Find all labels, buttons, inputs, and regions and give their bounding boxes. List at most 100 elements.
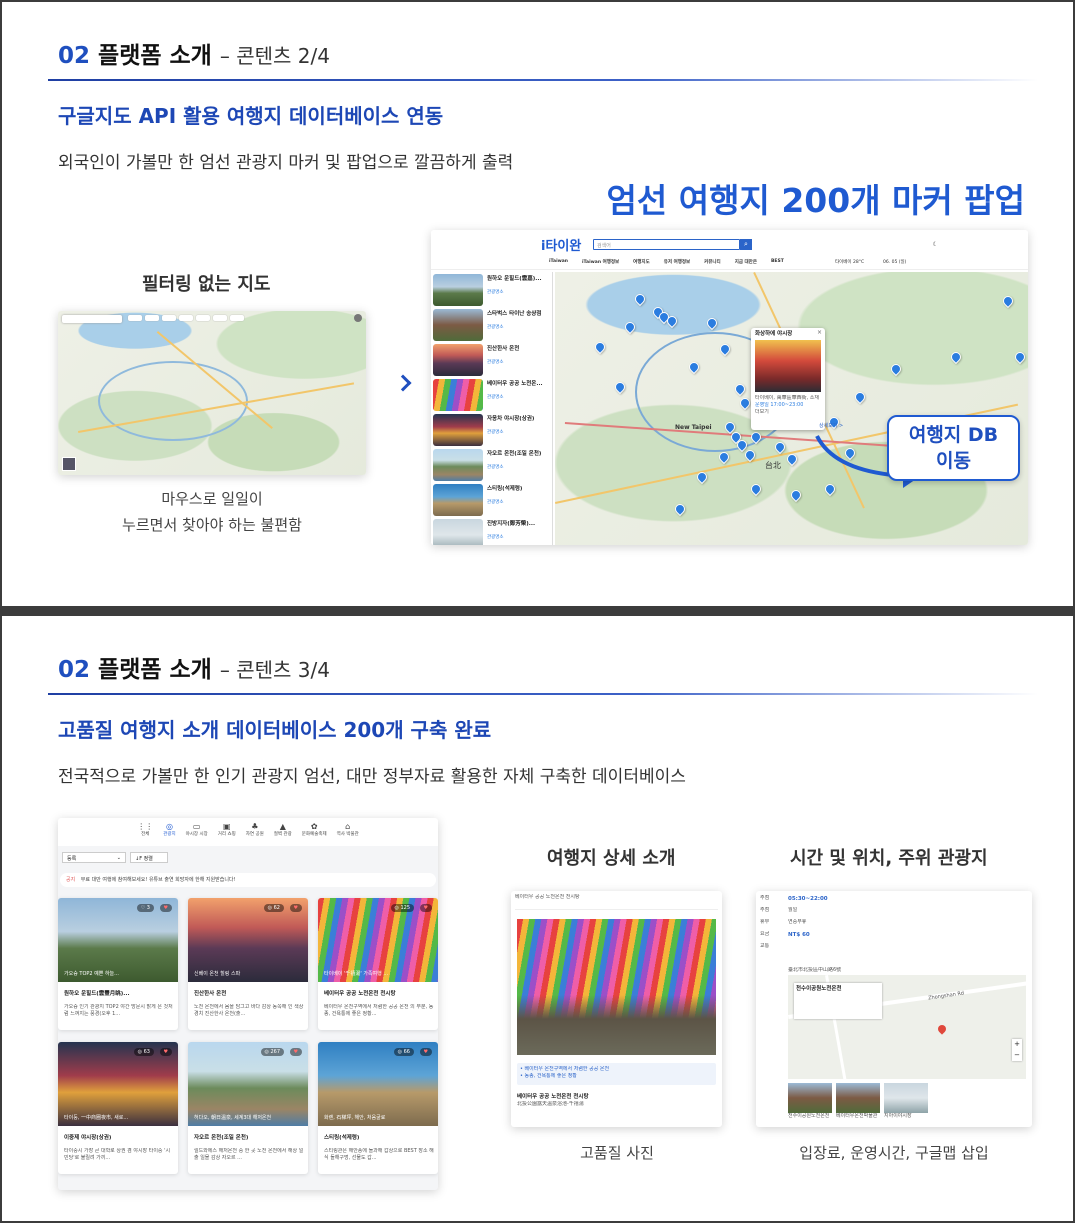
card-desc: 베이터우 온천구역에서 저렴한 공공 온천 의 부분, 동종, 건욕통에 좋은 … xyxy=(324,1004,434,1017)
search-icon[interactable]: ⌕ xyxy=(740,239,752,250)
detail-note: 고품질 사진 xyxy=(580,1144,654,1162)
heart-icon[interactable]: ♥ xyxy=(159,904,172,912)
google-map-embed[interactable]: 천수이공원노천온천 Zhongshan Rd + − xyxy=(788,975,1026,1079)
view-count: ◎ 267 xyxy=(260,1048,284,1056)
section-title: 플랫폼 소개 xyxy=(98,43,212,69)
close-icon[interactable]: × xyxy=(817,329,822,336)
list-title[interactable]: 진산한사 온천 xyxy=(487,345,519,353)
list-tag: 관광명소 xyxy=(487,465,504,470)
category-shopping[interactable]: ▣ 거리 쇼핑 xyxy=(218,822,236,846)
heart-icon[interactable]: ♥ xyxy=(419,1048,432,1056)
category-history[interactable]: ⌂ 역사 박물관 xyxy=(337,822,359,846)
header-rule xyxy=(48,79,1038,81)
card-title: 이중제 야시장(상권) xyxy=(64,1135,112,1141)
info-label: 주점 xyxy=(760,907,770,913)
highlight-text: 엄선 여행지 200개 마커 팝업 xyxy=(606,181,1025,220)
list-title[interactable]: 스타벅스 타이난 송샹점 xyxy=(487,310,541,318)
nav-item[interactable]: 여행지도 xyxy=(633,259,650,265)
heart-icon[interactable]: ♥ xyxy=(289,904,302,912)
sort-select[interactable]: 등록 ⌄ xyxy=(62,852,126,863)
nav-item[interactable]: BEST xyxy=(771,259,784,265)
list-tag: 관광명소 xyxy=(487,500,504,505)
marker-map[interactable]: New Taipei 台北 화상하에 야시장 × 타이베이, 萬華區華西街, 소… xyxy=(555,272,1028,545)
nav-item[interactable]: iTaiwan 여행정보 xyxy=(582,259,619,265)
place-card[interactable]: ◎ 267 ♥ 허다오, 朝日溫泉, 세계3대 해저온천 자오르 온천(조일 온… xyxy=(188,1042,308,1174)
category-cliff[interactable]: ▲ 절벽 관광 xyxy=(274,822,292,846)
marker-popup[interactable]: 화상하에 야시장 × 타이베이, 萬華區華西街, 소재 운영일 17:00~23… xyxy=(751,328,825,430)
heart-icon[interactable]: ♥ xyxy=(419,904,432,912)
db-label-line-1: 여행지 DB xyxy=(908,424,999,446)
nearby-item[interactable]: 베이터우온천박물관 xyxy=(836,1083,880,1120)
list-title[interactable]: 스티링(석제령) xyxy=(487,485,522,493)
avatar[interactable] xyxy=(354,314,362,322)
left-caption: 필터링 없는 지도 xyxy=(142,274,271,295)
map-search-box[interactable] xyxy=(62,315,122,323)
popup-line: 운영일 17:00~23:00 xyxy=(755,402,804,408)
category-label: 문화예술축제 xyxy=(301,832,327,837)
heart-icon[interactable]: ♥ xyxy=(289,1048,302,1056)
location-caption: 시간 및 위치, 주위 관광지 xyxy=(790,848,988,869)
nearby-item[interactable]: 천수이공원노천온천 xyxy=(788,1083,832,1120)
nav-item[interactable]: 커뮤니티 xyxy=(704,259,721,265)
location-note: 입장료, 운영시간, 구글맵 삽입 xyxy=(799,1144,989,1162)
view-count: ◎ 66 xyxy=(393,1048,414,1056)
place-card[interactable]: ◎ 66 ♥ 화롄, 石梯坪, 해안, 처음굴료 스티링(석제령) 스티링관은 … xyxy=(318,1042,438,1174)
card-overlay: 화롄, 石梯坪, 해안, 처음굴료 xyxy=(324,1115,386,1121)
category-all[interactable]: ⋮⋮ 전체 xyxy=(137,822,153,846)
nearby-name: 지아이야시장 xyxy=(884,1113,912,1119)
popup-detail-link[interactable]: 상세보기 > xyxy=(819,422,843,429)
place-card[interactable]: ♡ 3 ♥ 가오슝 TOP2 예쁜 하늘... 원하오 운힐드(雲豐月眺)...… xyxy=(58,898,178,1030)
section-title: 플랫폼 소개 xyxy=(98,657,212,683)
list-title[interactable]: 원하오 운힐드(雲嘉)... xyxy=(487,275,542,283)
list-title[interactable]: 진방지자(鄭芳榮)... xyxy=(487,520,535,528)
card-title: 스티링(석제령) xyxy=(324,1135,360,1141)
weather-text: 타이베이 28°C xyxy=(835,260,865,265)
unfiltered-map-screenshot xyxy=(58,311,366,475)
detail-subtitle: 北投公園露天溫泉浴池-千禧湯 xyxy=(517,1101,584,1107)
notice-text: 무료 대만 여행에 참여해보세요! 유튜브 출연 희망자에 한해 지원받습니다! xyxy=(80,877,236,883)
detail-photo xyxy=(517,919,716,1055)
category-nature[interactable]: ♣ 자연 공원 xyxy=(246,822,264,846)
nav-item[interactable]: iTaiwan xyxy=(549,259,568,265)
list-title[interactable]: 자응차 야시장(상권) xyxy=(487,415,534,423)
place-card[interactable]: ◎ 62 ♥ 신베이 온천 힐링 스파 진산한사 온천 노천 온천에서 몸을 담… xyxy=(188,898,308,1030)
order-select[interactable]: ↓F 정렬 xyxy=(130,852,168,863)
place-card[interactable]: ◎ 125 ♥ 타이베이 '千禧湯' 가족여행 ... 베이터우 공공 노천온천… xyxy=(318,898,438,1030)
category-bar: ⋮⋮ 전체 ◎ 관광지 ▭ 야시장 시장 ▣ 거리 쇼핑 ♣ 자연 공원 ▲ 절벽 관광 ✿… xyxy=(58,818,438,846)
detail-breadcrumb: 베이터우 공공 노천온천 천시탕 xyxy=(515,894,580,900)
section-subtitle: – 콘텐츠 3/4 xyxy=(219,658,330,682)
nav-item[interactable]: 지금 대만은 xyxy=(735,259,757,265)
nearby-name: 베이터우온천박물관 xyxy=(836,1113,878,1119)
slide-description: 외국인이 가볼만 한 엄선 관광지 마커 및 팝업으로 깔끔하게 출력 xyxy=(58,153,514,173)
card-overlay: 타이둥, 一中商圈夜市, 새로... xyxy=(64,1115,129,1121)
category-sights[interactable]: ◎ 관광지 xyxy=(163,822,175,846)
place-card[interactable]: ◎ 63 ♥ 타이둥, 一中商圈夜市, 새로... 이중제 야시장(상권) 타이… xyxy=(58,1042,178,1174)
location-pin-icon[interactable] xyxy=(936,1023,948,1035)
app-logo[interactable]: i타이완 xyxy=(541,235,581,254)
category-market[interactable]: ▭ 야시장 시장 xyxy=(186,822,208,846)
nearby-item[interactable]: 지아이야시장 xyxy=(884,1083,928,1120)
map-place-card[interactable]: 천수이공원노천온천 xyxy=(794,983,882,1019)
list-title[interactable]: 베이터우 공공 노천온... xyxy=(487,380,543,388)
list-tag: 관광명소 xyxy=(487,395,504,400)
moon-icon[interactable]: ☾ xyxy=(933,241,938,248)
nav-item[interactable]: 유저 여행정보 xyxy=(664,259,690,265)
heart-icon[interactable]: ♥ xyxy=(159,1048,172,1056)
card-desc: 스티링관은 해안풍에 돌과해 갑상으로 BEST 장소 해식 돌해구멍, 선물도… xyxy=(324,1148,434,1161)
view-count: ♡ 3 xyxy=(136,904,154,912)
popup-title: 화상하에 야시장 xyxy=(755,331,793,337)
left-note-line-1: 마우스로 일일이 xyxy=(161,490,263,508)
list-title[interactable]: 자오르 온천(조일 온천) xyxy=(487,450,541,458)
left-note: 마우스로 일일이 누르면서 찾아야 하는 불편함 xyxy=(112,486,312,538)
category-culture[interactable]: ✿ 문화예술축제 xyxy=(302,822,327,846)
date-text: 06. 05 (일) xyxy=(883,260,907,265)
app-search-input[interactable]: 검색어 xyxy=(593,239,740,250)
section-number: 02 xyxy=(58,657,91,683)
zoom-control[interactable]: + − xyxy=(1012,1039,1022,1061)
left-note-line-2: 누르면서 찾아야 하는 불편함 xyxy=(122,516,302,534)
notice-bar[interactable]: 공지 무료 대만 여행에 참여해보세요! 유튜브 출연 희망자에 한해 지원받습… xyxy=(60,873,436,887)
layer-toggle[interactable] xyxy=(62,457,76,471)
card-title: 베이터우 공공 노천온천 천시탕 xyxy=(324,991,396,997)
slide-heading: 구글지도 API 활용 여행지 데이터베이스 연동 xyxy=(58,104,444,128)
list-tag: 관광명소 xyxy=(487,535,504,540)
